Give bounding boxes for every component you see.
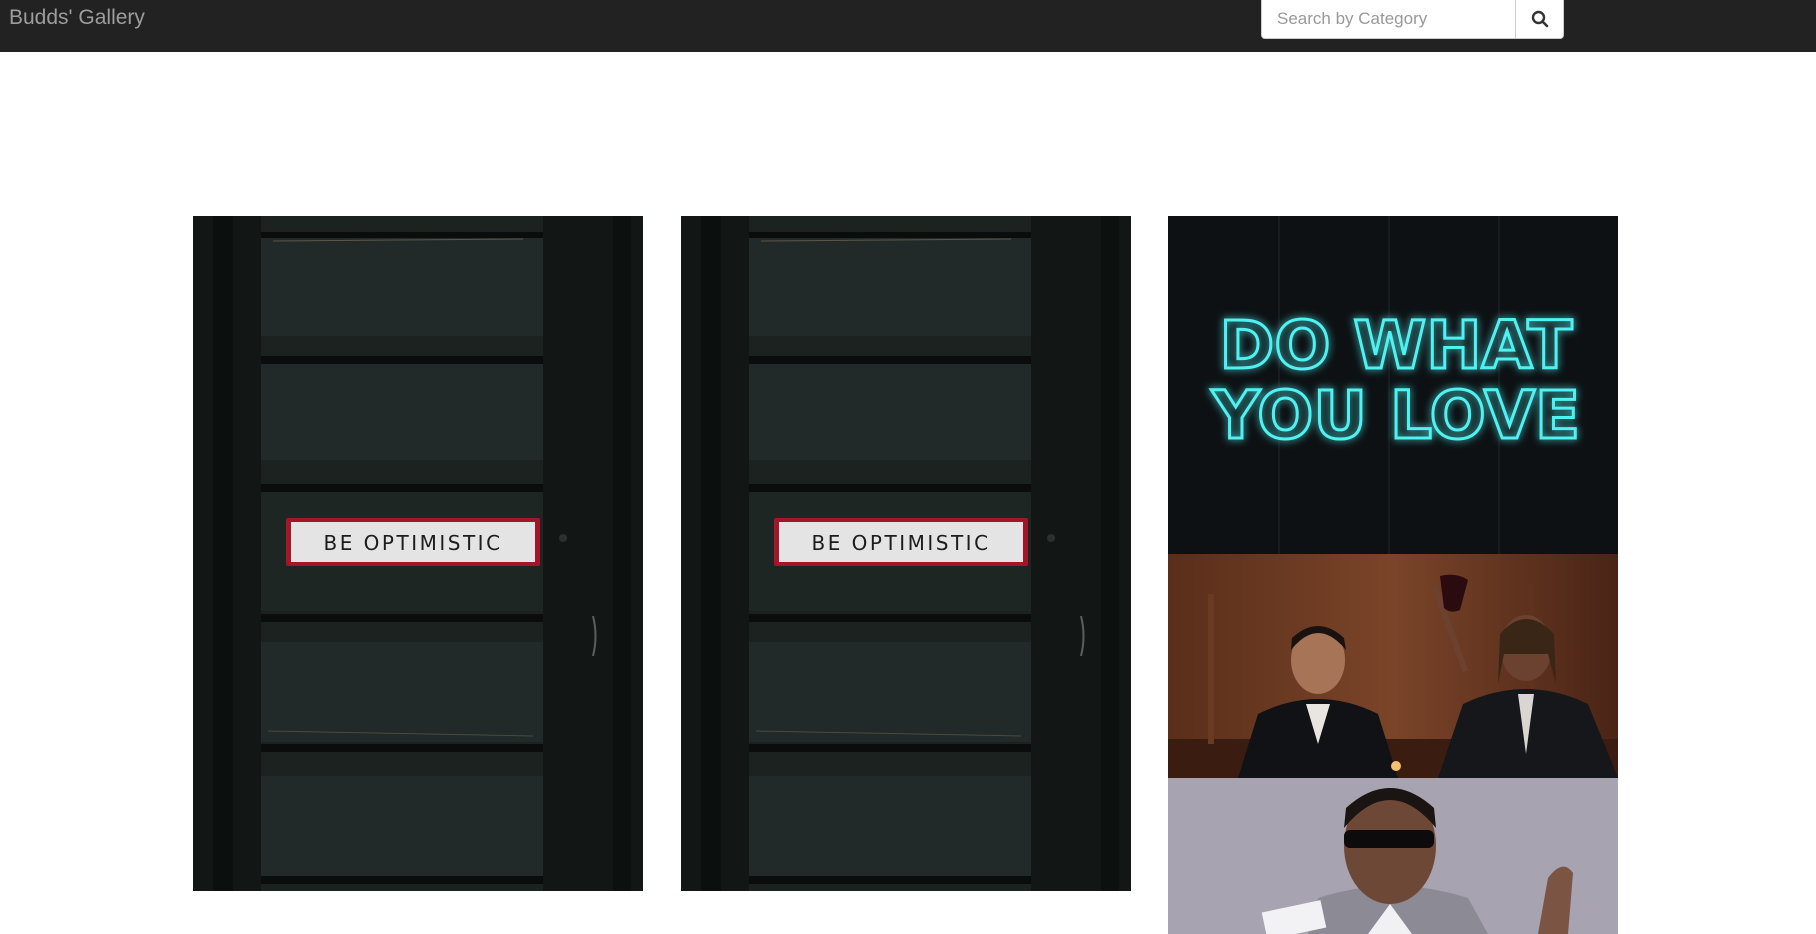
gallery-photo-door-sign-2[interactable]: BE OPTIMISTIC: [681, 216, 1131, 891]
search-group: [1261, 0, 1564, 39]
door-sign-text: BE OPTIMISTIC: [811, 531, 990, 555]
gallery-photo-man-sunglasses[interactable]: [1168, 778, 1618, 934]
brand-title[interactable]: Budds' Gallery: [9, 6, 145, 30]
search-input[interactable]: [1261, 0, 1515, 39]
search-icon: [1531, 10, 1548, 28]
navbar: Budds' Gallery: [0, 0, 1816, 52]
gallery-photo-neon-sign[interactable]: DO WHAT YOU LOVE: [1168, 216, 1618, 554]
neon-line-1: DO WHAT: [1220, 307, 1573, 384]
search-button[interactable]: [1515, 0, 1564, 39]
gallery-photo-two-men[interactable]: [1168, 554, 1618, 778]
gallery-photo-door-sign-1[interactable]: BE OPTIMISTIC: [193, 216, 643, 891]
neon-line-2: YOU LOVE: [1211, 377, 1580, 454]
door-sign-text: BE OPTIMISTIC: [323, 531, 502, 555]
